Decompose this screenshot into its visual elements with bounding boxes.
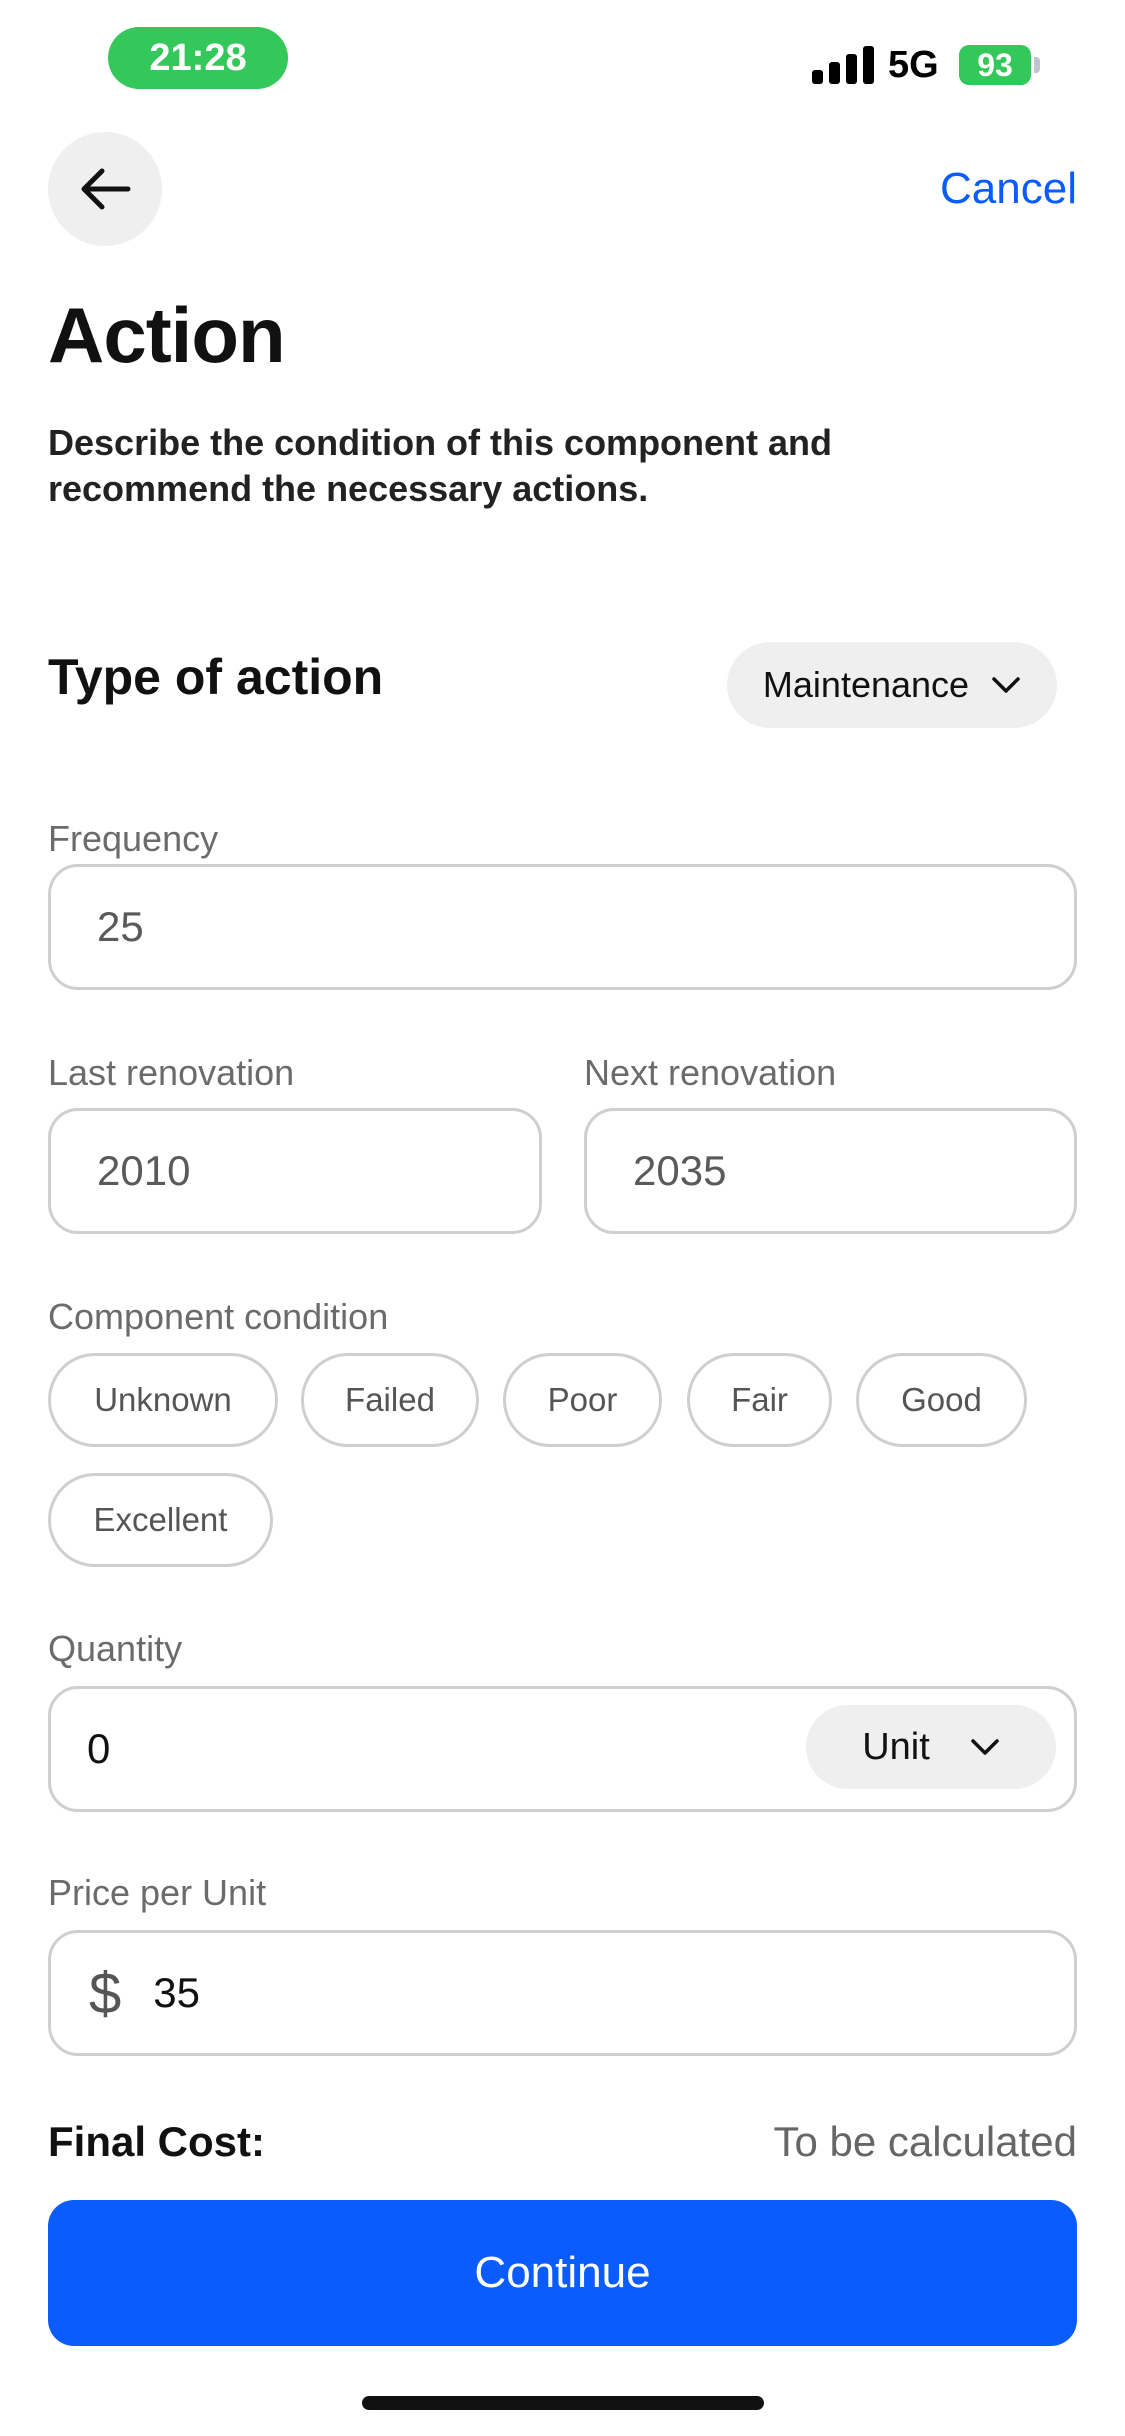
arrow-left-icon <box>81 168 131 210</box>
quantity-input[interactable] <box>85 1724 689 1774</box>
signal-strength-icon <box>812 46 874 84</box>
page-title: Action <box>48 291 286 379</box>
home-indicator <box>362 2396 764 2410</box>
next-renovation-label: Next renovation <box>584 1052 837 1093</box>
final-cost-label: Final Cost: <box>48 2118 265 2165</box>
condition-chip-unknown[interactable]: Unknown <box>48 1353 278 1447</box>
type-of-action-dropdown[interactable]: Maintenance <box>727 642 1057 728</box>
type-of-action-value: Maintenance <box>762 664 970 705</box>
quantity-field[interactable]: Unit <box>48 1686 1077 1812</box>
battery-level: 93 <box>977 46 1013 83</box>
component-condition-label: Component condition <box>48 1296 389 1337</box>
chevron-down-icon <box>992 677 1020 693</box>
last-renovation-input[interactable] <box>95 1146 539 1196</box>
network-type: 5G <box>888 44 939 86</box>
final-cost-value: To be calculated <box>773 2118 1077 2165</box>
frequency-label: Frequency <box>48 818 219 859</box>
price-per-unit-field[interactable]: $ <box>48 1930 1077 2056</box>
condition-chip-excellent[interactable]: Excellent <box>48 1473 273 1567</box>
continue-button[interactable]: Continue <box>48 2200 1077 2346</box>
price-per-unit-input[interactable] <box>151 1968 1074 2018</box>
condition-chip-fair[interactable]: Fair <box>687 1353 832 1447</box>
page-subtitle: Describe the condition of this component… <box>48 422 833 509</box>
quantity-label: Quantity <box>48 1628 183 1669</box>
type-of-action-label: Type of action <box>48 649 384 705</box>
condition-chip-good[interactable]: Good <box>856 1353 1027 1447</box>
frequency-input[interactable] <box>95 902 1074 952</box>
unit-dropdown[interactable]: Unit <box>806 1705 1056 1789</box>
last-renovation-label: Last renovation <box>48 1052 295 1093</box>
dollar-icon: $ <box>89 1960 122 2026</box>
price-per-unit-label: Price per Unit <box>48 1872 267 1913</box>
unit-value: Unit <box>862 1725 930 1768</box>
next-renovation-field[interactable] <box>584 1108 1077 1234</box>
back-button[interactable] <box>48 132 162 246</box>
cancel-button[interactable]: Cancel <box>940 164 1077 214</box>
battery-icon: 93 <box>959 45 1031 85</box>
last-renovation-field[interactable] <box>48 1108 542 1234</box>
battery-cap <box>1034 57 1040 73</box>
next-renovation-input[interactable] <box>631 1146 1074 1196</box>
frequency-field[interactable] <box>48 864 1077 990</box>
condition-chip-failed[interactable]: Failed <box>301 1353 479 1447</box>
condition-chip-poor[interactable]: Poor <box>503 1353 662 1447</box>
status-time: 21:28 <box>108 27 288 89</box>
chevron-down-icon <box>971 1739 999 1755</box>
